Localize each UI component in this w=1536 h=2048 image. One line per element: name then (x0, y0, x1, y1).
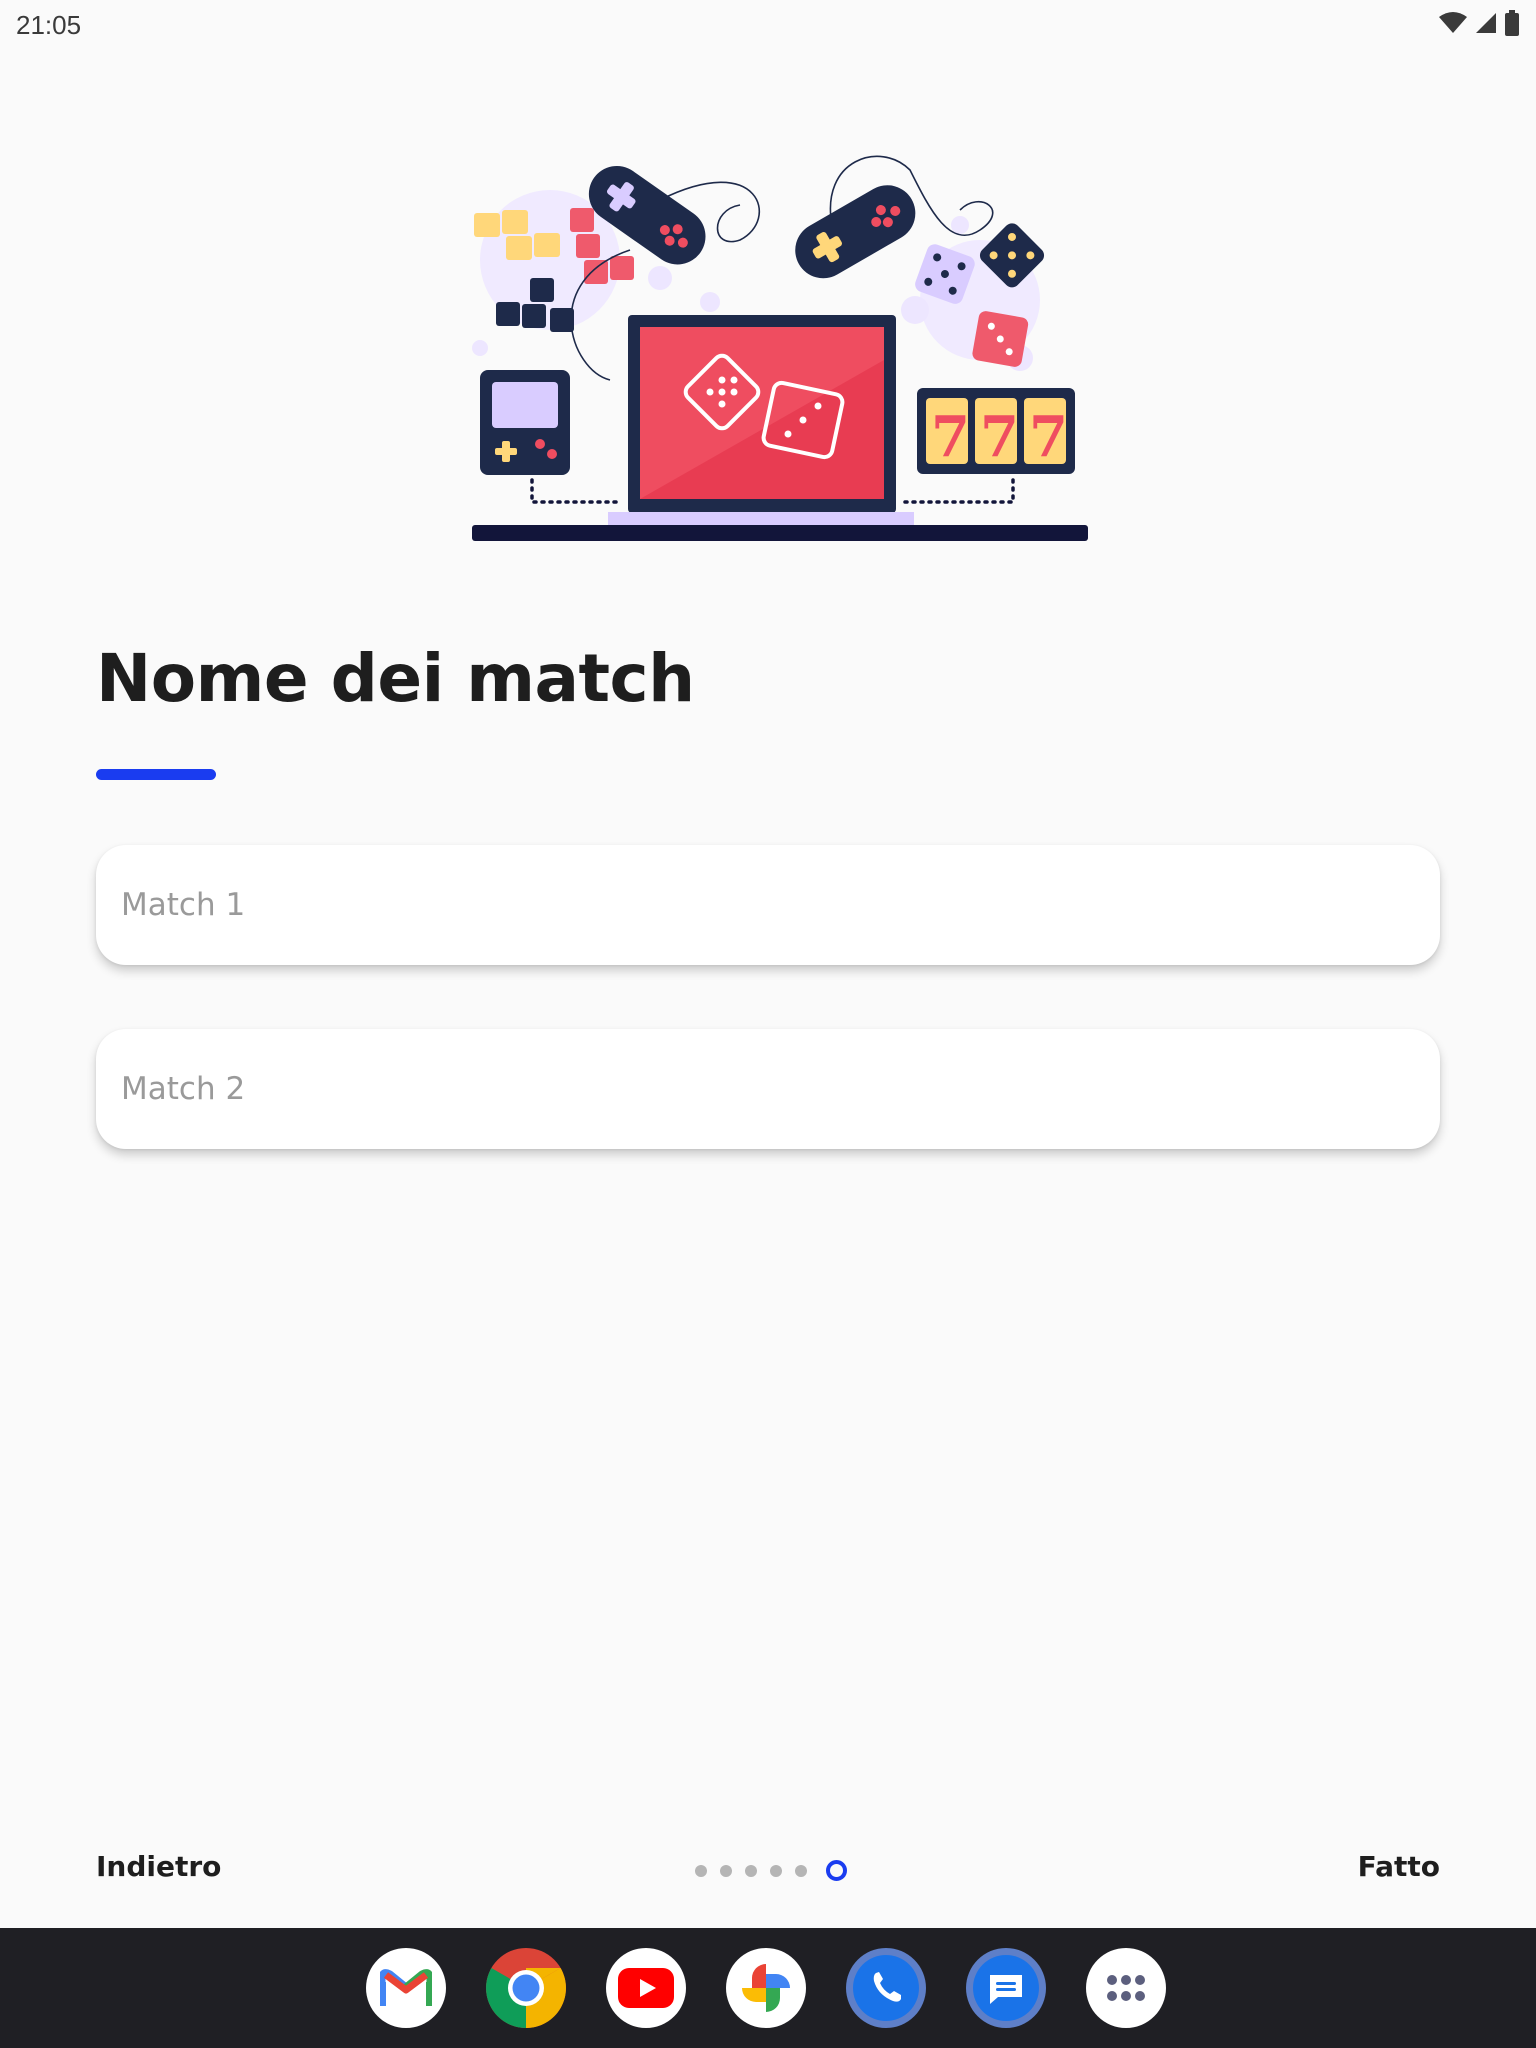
svg-text:7: 7 (1029, 404, 1068, 470)
page-dot (695, 1864, 707, 1877)
photos-icon[interactable] (726, 1948, 806, 2028)
back-button[interactable]: Indietro (96, 1850, 221, 1883)
wifi-icon (1439, 12, 1467, 33)
games-illustration: 777 (472, 155, 1088, 541)
onboarding-navigation: Indietro Fatto (0, 1840, 1536, 1890)
messages-icon[interactable] (966, 1948, 1046, 2028)
svg-text:7: 7 (980, 404, 1019, 470)
app-dock (366, 1948, 1166, 2028)
taskbar (0, 1928, 1536, 2048)
match-2-input[interactable] (96, 1029, 1440, 1149)
done-button[interactable]: Fatto (1358, 1850, 1440, 1883)
status-icons (1438, 10, 1520, 36)
gmail-icon[interactable] (366, 1948, 446, 2028)
match-1-field[interactable] (96, 845, 1440, 965)
phone-icon[interactable] (846, 1948, 926, 2028)
battery-icon (1505, 10, 1519, 36)
chrome-icon[interactable] (486, 1948, 566, 2028)
signal-icon (1476, 13, 1496, 33)
page-dot (720, 1864, 732, 1877)
page-dot (745, 1864, 757, 1877)
title-underline (96, 769, 216, 780)
page-dot (770, 1864, 782, 1877)
svg-text:7: 7 (931, 404, 970, 470)
page-dot-active (826, 1860, 847, 1881)
app-drawer-icon[interactable] (1086, 1948, 1166, 2028)
match-2-field[interactable] (96, 1029, 1440, 1149)
status-time: 21:05 (16, 10, 82, 40)
status-bar: 21:05 (0, 0, 1536, 48)
page-title: Nome dei match (96, 640, 695, 717)
match-1-input[interactable] (96, 845, 1440, 965)
youtube-icon[interactable] (606, 1948, 686, 2028)
page-indicator (695, 1860, 847, 1881)
page-dot (795, 1864, 807, 1877)
